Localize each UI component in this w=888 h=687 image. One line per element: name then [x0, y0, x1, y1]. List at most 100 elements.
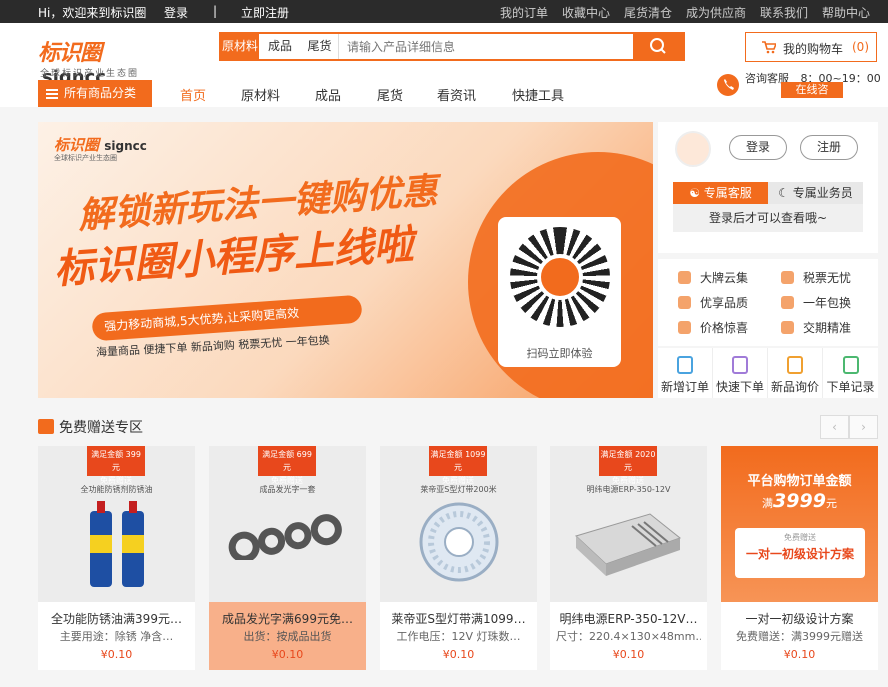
all-categories-label: 所有商品分类 — [64, 86, 137, 100]
product-card[interactable]: 平台购物订单金额 满3999元 免费赠送 一对一初级设计方案 一对一初级设计方案 … — [721, 446, 878, 670]
login-button[interactable]: 登录 — [729, 135, 787, 160]
feature-list: 大牌云集 税票无忧 优享品质 一年包换 价格惊喜 交期精准 — [658, 259, 878, 346]
logo-subtitle: 全球标识产业生态圈 — [40, 69, 140, 79]
nav-clearance[interactable]: 尾货 — [377, 85, 403, 104]
inquiry-icon — [787, 356, 803, 374]
quick-actions: 新增订单 快速下单 新品询价 下单记录 — [658, 348, 878, 398]
led-strip-reel-icon — [419, 502, 499, 582]
gift-tag: 满足金额 1099 元免费赠送 — [429, 446, 487, 485]
cart-button[interactable]: 我的购物车 (0) — [745, 32, 877, 62]
link-my-orders[interactable]: 我的订单 — [500, 4, 548, 21]
search-tab-materials[interactable]: 原材料 — [221, 34, 259, 59]
right-panel: 登录 注册 ☯ 专属客服 ☾ 专属业务员 登录后才可以查看哦~ 大牌云集 税票无… — [658, 122, 878, 398]
avatar — [675, 131, 711, 167]
gift-tag: 满足金额 699 元免费赠送 — [258, 446, 316, 485]
cart-count: (0) — [852, 40, 869, 54]
register-button[interactable]: 注册 — [800, 135, 858, 160]
product-title[interactable]: 一对一初级设计方案 — [727, 610, 872, 627]
search-icon — [650, 38, 666, 54]
product-title[interactable]: 成品发光字满699元免… — [215, 610, 360, 627]
quick-inquiry[interactable]: 新品询价 — [768, 348, 823, 398]
nav-home[interactable]: 首页 — [180, 85, 206, 104]
nav-products[interactable]: 成品 — [315, 85, 341, 104]
link-become-supplier[interactable]: 成为供应商 — [686, 4, 746, 21]
banner-logo: 标识圈 signcc — [54, 136, 147, 154]
cart-icon — [762, 41, 776, 54]
banner-logo-subtitle: 全球标识产业生态圈 — [54, 154, 117, 162]
spray-can-icon — [90, 501, 144, 587]
phone-icon — [717, 74, 739, 96]
online-consult-button[interactable]: 在线咨 — [781, 82, 843, 98]
product-image: 满足金额 1099 元免费赠送 莱帝亚S型灯带200米 — [380, 446, 537, 602]
cart-label: 我的购物车 — [783, 42, 844, 56]
next-button[interactable]: › — [849, 415, 878, 439]
gift-icon — [38, 419, 54, 434]
calendar-icon — [781, 321, 794, 334]
product-desc: 工作电压：12V 灯珠数… — [396, 630, 521, 643]
quick-order-history[interactable]: 下单记录 — [823, 348, 878, 398]
promo-coupon: 免费赠送 一对一初级设计方案 — [735, 528, 865, 578]
link-clearance[interactable]: 尾货清仓 — [624, 4, 672, 21]
new-order-icon — [677, 356, 693, 374]
search-tab-products[interactable]: 成品 — [261, 34, 299, 59]
product-desc: 免费赠送：满3999元赠送 — [736, 630, 863, 643]
product-image: 满足金额 2020 元免费赠送 明纬电源ERP-350-12V — [550, 446, 707, 602]
quick-fast-order[interactable]: 快速下单 — [713, 348, 768, 398]
link-contact[interactable]: 联系我们 — [760, 4, 808, 21]
search-input[interactable] — [343, 34, 633, 59]
link-help[interactable]: 帮助中心 — [822, 4, 870, 21]
nav-tools[interactable]: 快捷工具 — [512, 85, 564, 104]
section-title: 免费赠送专区 — [38, 417, 143, 437]
menu-icon — [46, 89, 58, 99]
qr-label: 扫码立即体验 — [526, 347, 593, 360]
feature-delivery: 交期精准 — [781, 319, 851, 336]
carousel-arrows: ‹ › — [820, 415, 878, 439]
quick-new-order[interactable]: 新增订单 — [658, 348, 713, 398]
all-categories-button[interactable]: 所有商品分类 — [38, 80, 152, 107]
product-title[interactable]: 全功能防锈油满399元… — [44, 610, 189, 627]
product-price: ¥0.10 — [783, 648, 816, 661]
receipt-icon — [781, 271, 794, 284]
product-desc: 尺寸：220.4×130×48mm… — [556, 630, 701, 643]
feature-brands: 大牌云集 — [678, 269, 748, 286]
tab-dedicated-sales[interactable]: ☾ 专属业务员 — [768, 182, 863, 204]
product-price: ¥0.10 — [100, 648, 133, 661]
welcome-text: Hi，欢迎来到标识圈 — [38, 6, 147, 20]
product-card[interactable]: 满足金额 2020 元免费赠送 明纬电源ERP-350-12V 明纬电源ERP-… — [550, 446, 707, 670]
image-caption: 全功能防锈剂防锈油 — [80, 485, 153, 494]
feature-quality: 优享品质 — [678, 294, 748, 311]
history-icon — [842, 356, 859, 374]
search-button[interactable] — [633, 32, 683, 61]
nav-news[interactable]: 看资讯 — [437, 85, 476, 104]
product-title[interactable]: 明纬电源ERP-350-12V… — [556, 610, 701, 627]
promo-image: 平台购物订单金额 满3999元 免费赠送 一对一初级设计方案 — [721, 446, 878, 602]
logo-cn: 标识圈 — [38, 41, 102, 66]
product-title[interactable]: 莱帝亚S型灯带满1099… — [386, 610, 531, 627]
top-register-link[interactable]: 立即注册 — [241, 4, 289, 21]
nav-materials[interactable]: 原材料 — [241, 85, 280, 104]
product-desc: 出货：按成品出货 — [243, 630, 332, 643]
site-logo[interactable]: 标识圈signcc 全球标识产业生态圈 — [38, 35, 168, 88]
product-card[interactable]: 满足金额 1099 元免费赠送 莱帝亚S型灯带200米 莱帝亚S型灯带满1099… — [380, 446, 537, 670]
promo-amount: 满3999元 — [762, 490, 837, 512]
product-price: ¥0.10 — [442, 648, 475, 661]
product-price: ¥0.10 — [612, 648, 645, 661]
hero-banner[interactable]: 标识圈 signcc 全球标识产业生态圈 解锁新玩法一键购优惠 标识圈小程序上线… — [38, 122, 653, 398]
qr-card: 扫码立即体验 — [498, 217, 621, 367]
search-tab-clearance[interactable]: 尾货 — [301, 34, 339, 59]
sign-letters-icon — [228, 514, 342, 560]
top-bar: Hi，欢迎来到标识圈 登录 | 立即注册 我的订单 收藏中心 尾货清仓 成为供应… — [0, 0, 888, 23]
product-card[interactable]: 满足金额 399 元免费赠送 全功能防锈剂防锈油 全功能防锈油满399元… 主要… — [38, 446, 195, 670]
crown-icon — [678, 271, 691, 284]
feature-price: 价格惊喜 — [678, 319, 748, 336]
exchange-icon — [781, 296, 794, 309]
fast-order-icon — [732, 356, 748, 374]
top-login-link[interactable]: 登录 — [164, 4, 188, 21]
product-image: 满足金额 699 元免费赠送 成品发光字一套 — [209, 446, 366, 602]
gift-tag: 满足金额 399 元免费赠送 — [87, 446, 145, 485]
top-divider: | — [213, 4, 218, 18]
product-card[interactable]: 满足金额 699 元免费赠送 成品发光字一套 成品发光字满699元免… 出货：按… — [209, 446, 366, 670]
tab-dedicated-service[interactable]: ☯ 专属客服 — [673, 182, 768, 204]
prev-button[interactable]: ‹ — [820, 415, 849, 439]
link-favorites[interactable]: 收藏中心 — [562, 4, 610, 21]
